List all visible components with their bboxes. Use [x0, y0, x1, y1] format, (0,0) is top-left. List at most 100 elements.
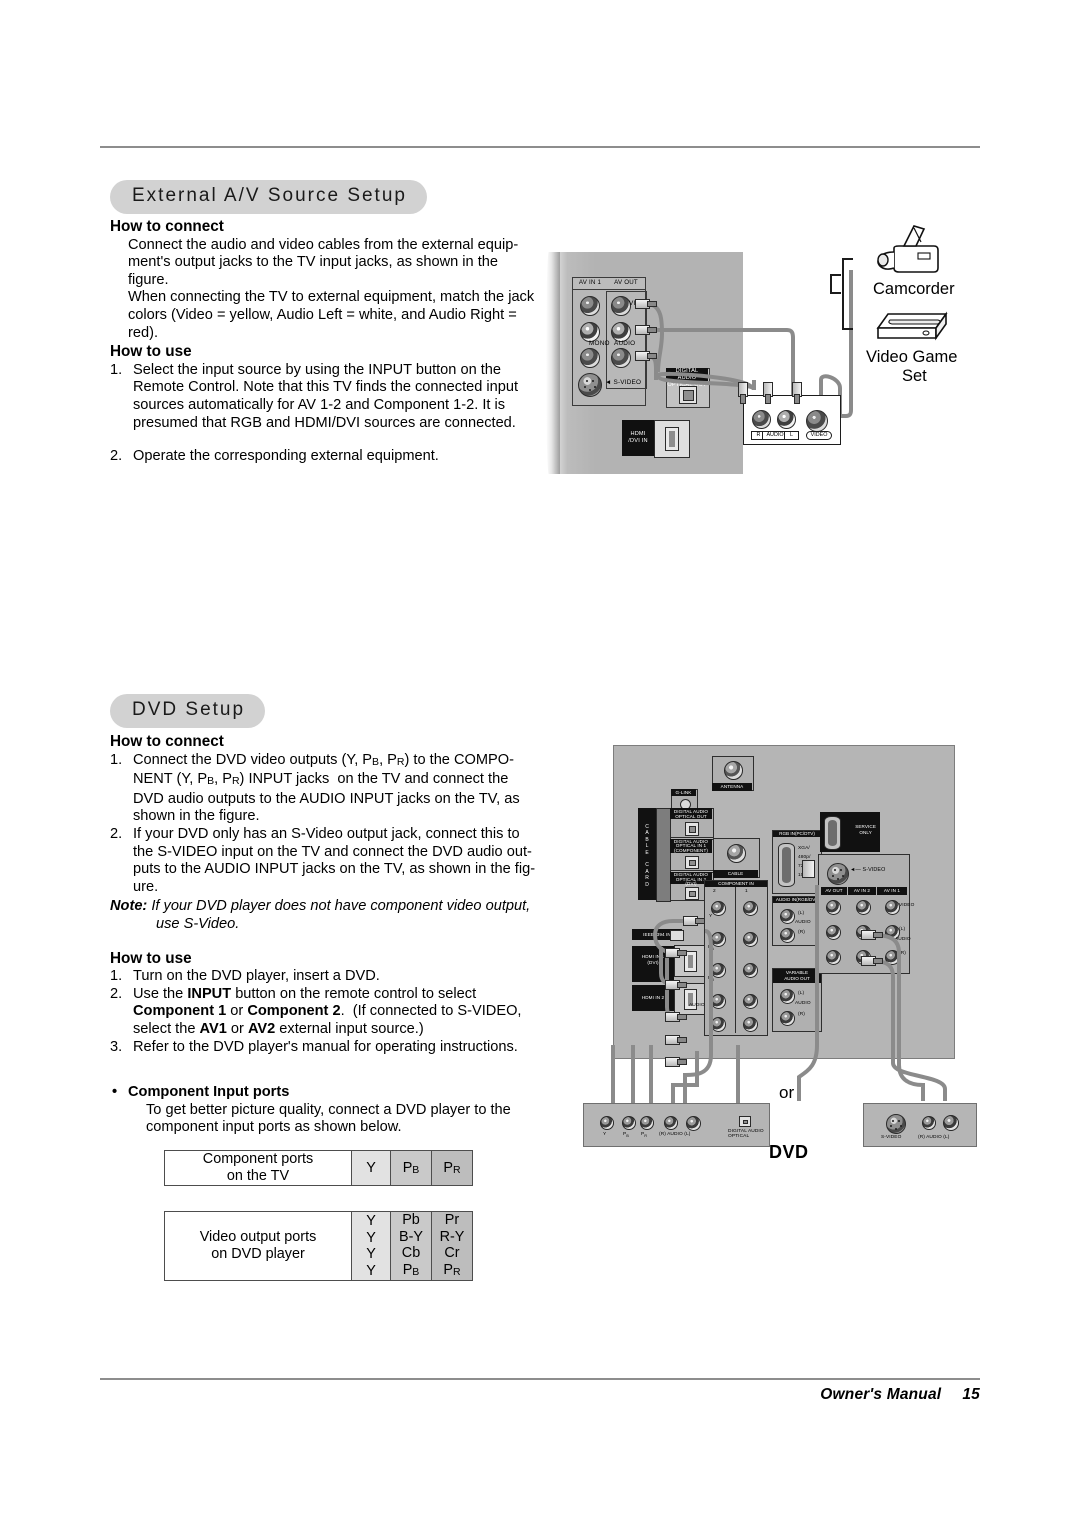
label-optical-in-1: DIGITAL AUDIO OPTICAL IN 1 (COMPONENT): [670, 839, 712, 853]
dvd-audio-l-jack: [686, 1116, 701, 1131]
cable-card-slot: CABLE CARD: [638, 808, 656, 900]
dvd-label-optical: DIGITAL AUDIO OPTICAL: [728, 1129, 764, 1139]
label-variable-audio-out: VARIABLE AUDIO OUT: [773, 969, 821, 983]
av-use-step-1-num: 1.: [110, 361, 123, 378]
dvd-connect-step-2: 2. If your DVD only has an S-Video outpu…: [110, 826, 542, 896]
label-antenna: ANTENNA: [712, 783, 752, 791]
device-audio-r-jack: [752, 410, 771, 429]
label-dvd: DVD: [769, 1142, 809, 1162]
dvd-player-component: Y PB PR (R) AUDIO (L) DIGITAL AUDIO OPTI…: [583, 1103, 770, 1147]
bullet-title: Component Input ports: [128, 1084, 290, 1101]
dvd-use-step-3-text: Refer to the DVD player's manual for ope…: [133, 1038, 518, 1055]
tv-port-pr: PR: [431, 1150, 473, 1186]
dvd-text-column: How to connect 1. Connect the DVD video …: [110, 733, 542, 1137]
dvd-connect-list: 1. Connect the DVD video outputs (Y, PB,…: [110, 752, 542, 897]
label-component-in: COMPONENT IN: [705, 881, 767, 888]
av-out-video-jack-right: [826, 900, 841, 915]
dvd-player-svideo: S-VIDEO (R) AUDIO (L): [863, 1103, 977, 1147]
header-rule: [100, 146, 980, 148]
dvd-note-text2: use S-Video.: [156, 915, 240, 932]
device-audio-l-jack: [777, 410, 796, 429]
av-how-to-use-heading: How to use: [110, 343, 192, 361]
label-or: or: [779, 1083, 795, 1102]
tv-port-pb: PB: [390, 1150, 432, 1186]
cable-card-insert: [656, 808, 671, 902]
label-av-out-right: AV OUT: [821, 887, 847, 895]
tv-port-y: Y: [351, 1150, 391, 1186]
dvd-note-text: If your DVD player does not have compone…: [151, 898, 531, 915]
optical-in-1-port: [685, 856, 699, 869]
av-use-step-1: 1. Select the input source by using the …: [110, 362, 540, 432]
dvd-connect-step-2-text: If your DVD only has an S-Video output j…: [133, 825, 536, 895]
component-input-ports-bullet: • Component Input ports To get better pi…: [110, 1084, 542, 1137]
dvd-use-step-3-num: 3.: [110, 1038, 123, 1055]
label-camcorder: Camcorder: [873, 280, 955, 298]
section-title-dvd: DVD Setup: [110, 694, 266, 728]
av-out-audio-l-jack-right: [826, 925, 841, 940]
dvd-use-step-2: 2. Use the INPUT button on the remote co…: [110, 986, 542, 1039]
label-audio-in-audio: AUDIO: [795, 920, 811, 925]
component-ports-table-tv: Component ports on the TV Y PB PR: [164, 1150, 473, 1186]
antenna-group: ANTENNA: [712, 756, 754, 791]
dvd-how-to-connect-heading: How to connect: [110, 733, 224, 750]
dvd2-label-s-video: S-VIDEO: [881, 1135, 902, 1140]
av-connect-para-1: Connect the audio and video cables from …: [128, 236, 519, 288]
ieee1394-port-a: [670, 930, 684, 941]
device-label-l: L: [784, 431, 799, 440]
component-ports-table-dvd: Video output ports on DVD player YYYY Pb B…: [164, 1211, 473, 1281]
dvd-port-col-y: YYYY: [351, 1211, 391, 1281]
av-use-step-2-num: 2.: [110, 448, 123, 465]
label-component-col-1: 1: [745, 889, 748, 894]
dvd-how-to-use-heading: How to use: [110, 949, 192, 967]
page-number: 15: [962, 1386, 980, 1403]
component2-audio-r-jack: [711, 1017, 726, 1032]
diagram-av-connection: AV IN 1 AV OUT VIDEO MONO AUDIO ◄ S-VIDE…: [540, 225, 990, 502]
label-var-l: (L): [798, 991, 805, 996]
dvd-pr-jack: [640, 1116, 654, 1130]
bullet-dot-icon: •: [112, 1084, 118, 1101]
bullet-body: To get better picture quality, connect a…: [146, 1101, 511, 1136]
service-dsub-port: [824, 816, 841, 850]
footer-rule: [100, 1378, 980, 1380]
label-rgb-in: RGB IN(PC/DTV): [773, 831, 821, 838]
footer-label: Owner's Manual: [820, 1386, 942, 1403]
av-how-to-connect-heading: How to connect: [110, 218, 224, 235]
dvd-optical-port: [739, 1116, 751, 1127]
label-audio-in-rgb-dvi: AUDIO IN(RGB/DVI): [773, 897, 821, 904]
table-row: Component ports on the TV Y PB PR: [164, 1150, 473, 1186]
av-use-list: 1. Select the input source by using the …: [110, 362, 540, 466]
component1-y-jack: [743, 901, 758, 916]
dvd2-audio-l-jack: [943, 1115, 959, 1131]
av-in-2-video-jack: [856, 900, 871, 915]
dvd-s-video-jack: [886, 1114, 906, 1134]
label-av-video: VIDEO: [899, 903, 915, 908]
camcorder-icon: [877, 225, 939, 273]
dvd-ports-label: Video output ports on DVD player: [164, 1211, 352, 1281]
tv-ports-label: Component ports on the TV: [164, 1150, 352, 1186]
dvd-label-y: Y: [603, 1132, 607, 1137]
cable-jack-group: CABLE: [713, 838, 760, 878]
component2-audio-l-jack: [711, 994, 726, 1009]
label-var-audio: AUDIO: [795, 1001, 811, 1006]
audio-in-l-jack: [780, 909, 795, 924]
component-in-group: COMPONENT IN 2 1 Y PB PR AUDIO: [689, 880, 768, 1036]
component-divider: [735, 887, 736, 1033]
dvd-label-pr: PR: [641, 1132, 648, 1138]
dvd2-audio-r-jack: [922, 1116, 936, 1130]
s-video-jack-right: [827, 863, 849, 885]
label-av-r: (R): [899, 951, 906, 956]
dvd-use-step-3: 3. Refer to the DVD player's manual for …: [110, 1039, 542, 1057]
label-comp-audio: AUDIO: [689, 1003, 705, 1008]
label-av-l: (L): [899, 927, 906, 932]
label-audio-in-l: (L): [798, 911, 805, 916]
label-component-col-2: 2: [713, 889, 716, 894]
av-in-1-audio-r-jack: [885, 950, 900, 965]
dvd-use-list: 1. Turn on the DVD player, insert a DVD.…: [110, 968, 542, 1056]
audio-in-rgb-dvi-group: AUDIO IN(RGB/DVI) (L) AUDIO (R): [772, 896, 822, 946]
dvd2-label-audio: (R) AUDIO (L): [918, 1135, 950, 1140]
component2-y-jack: [711, 901, 726, 916]
variable-audio-r-jack: [780, 1011, 795, 1026]
label-cable-card: CABLE CARD: [645, 824, 649, 888]
dvd-pb-jack: [622, 1116, 636, 1130]
manual-page: Owner's Manual 15 External A/V Source Se…: [0, 0, 1080, 1528]
